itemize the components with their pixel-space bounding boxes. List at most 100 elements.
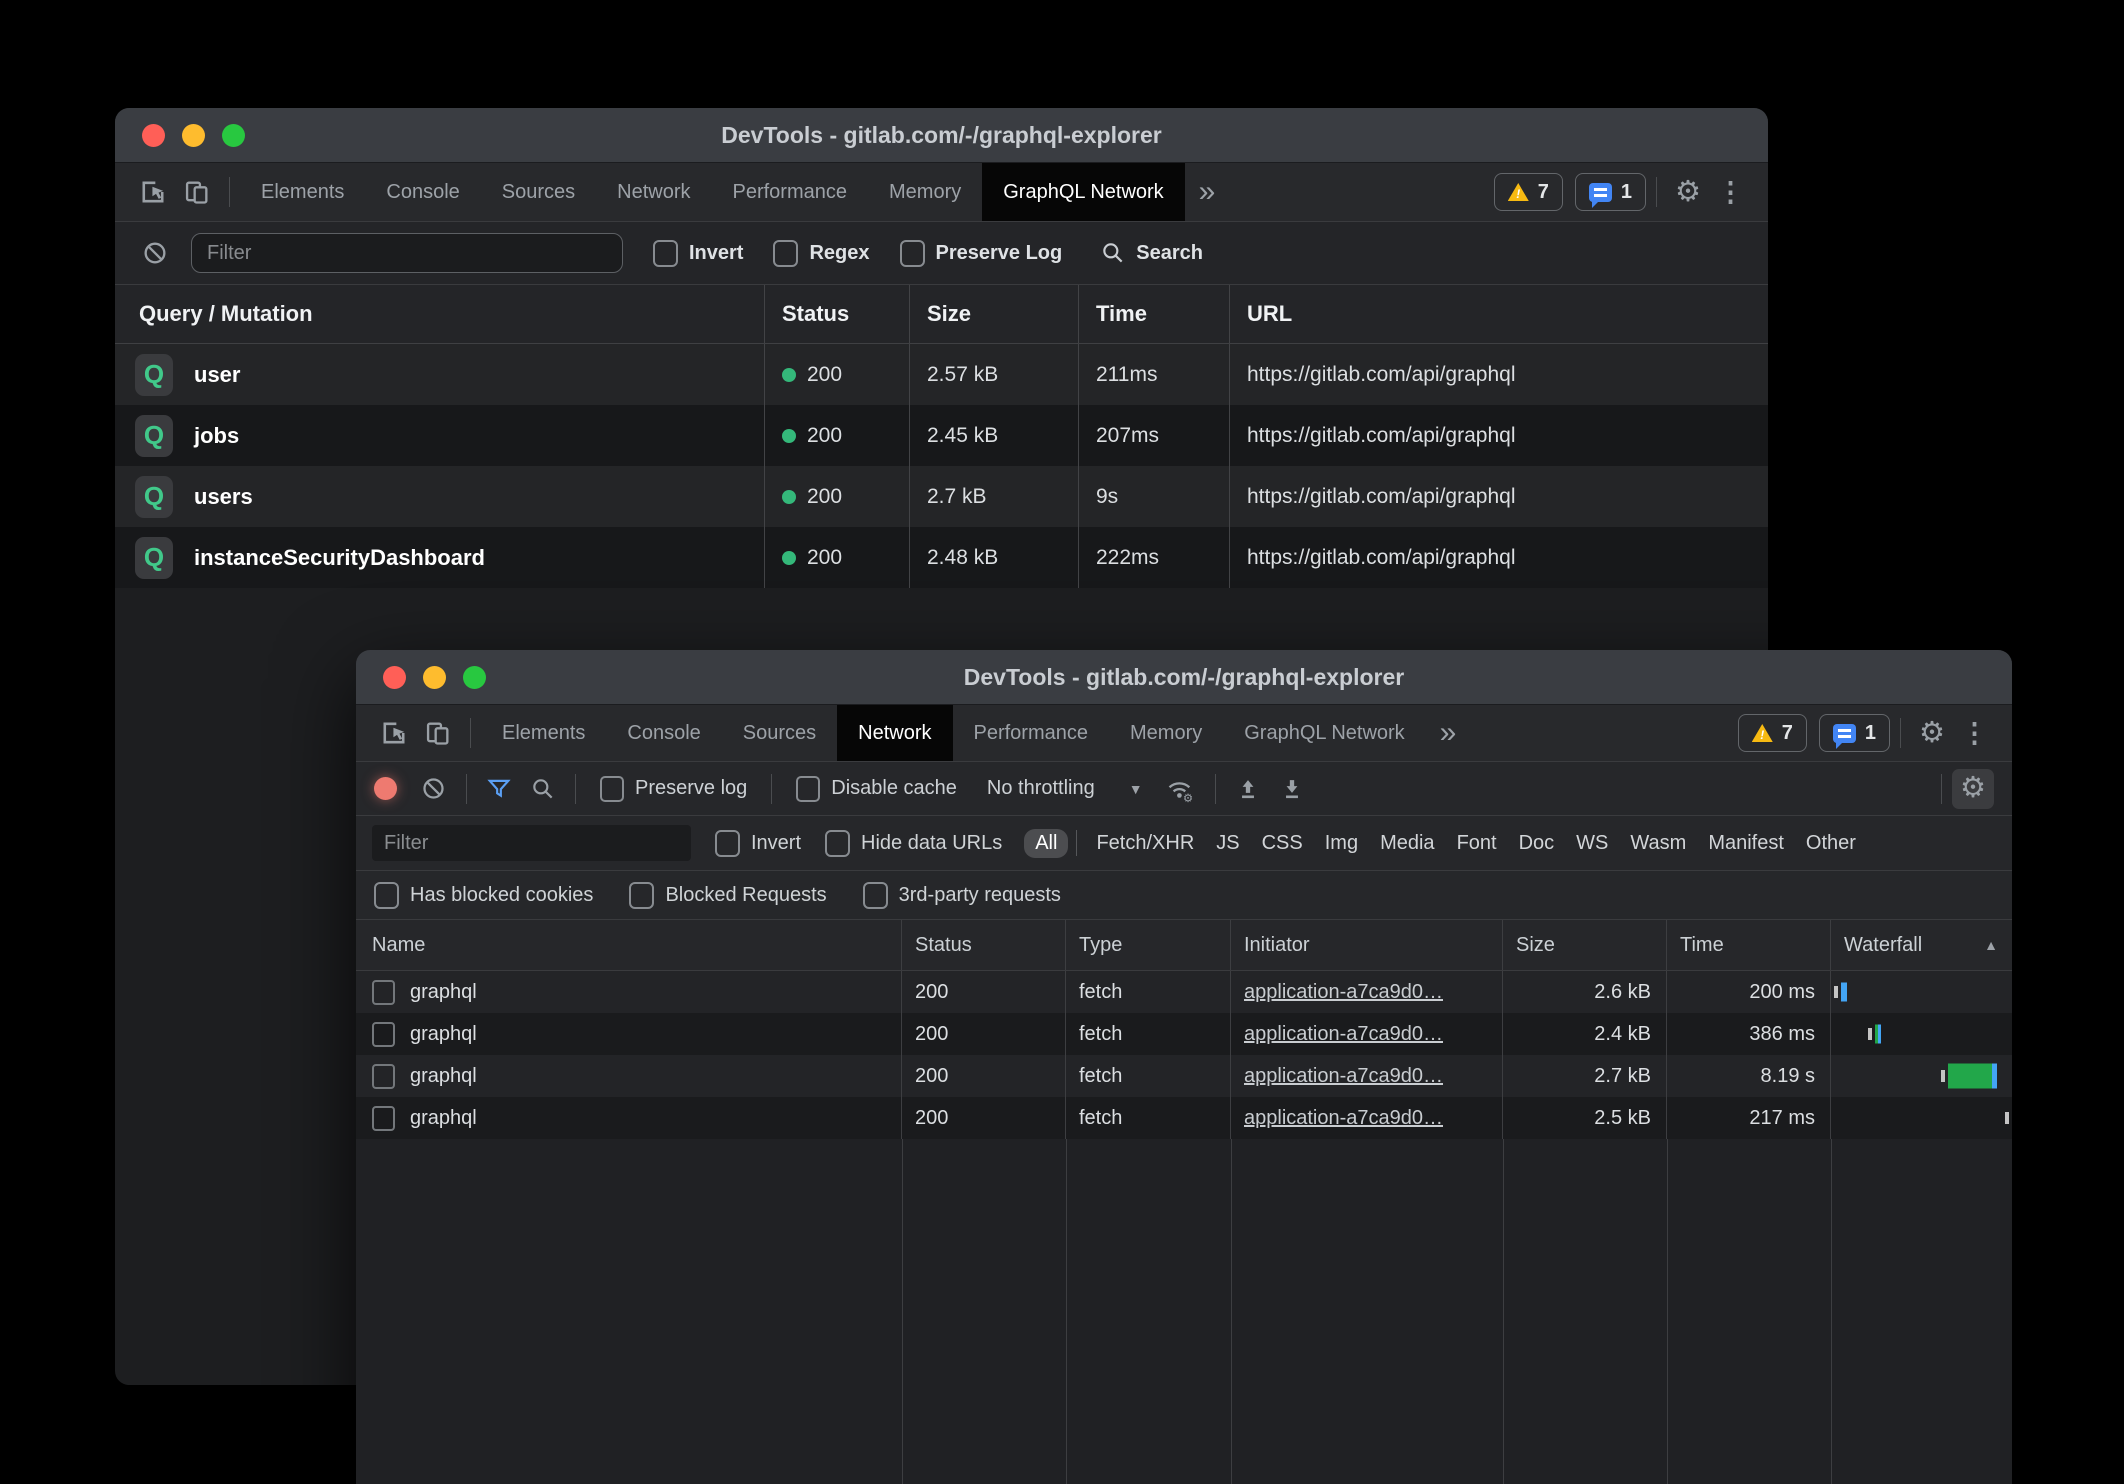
tab-sources[interactable]: Sources bbox=[722, 705, 837, 761]
column-header-status[interactable]: Status bbox=[765, 285, 910, 343]
column-header-time[interactable]: Time bbox=[1079, 285, 1230, 343]
invert-checkbox[interactable] bbox=[715, 830, 740, 857]
type-filter-other[interactable]: Other bbox=[1795, 829, 1867, 858]
inspect-element-icon[interactable] bbox=[131, 178, 175, 206]
tab-graphql-network[interactable]: GraphQL Network bbox=[1223, 705, 1425, 761]
row-checkbox[interactable] bbox=[372, 1064, 395, 1089]
graphql-request-row[interactable]: Q jobs 200 2.45 kB 207ms https://gitlab.… bbox=[115, 405, 1768, 466]
network-request-row[interactable]: graphql 200 fetch application-a7ca9d0… 2… bbox=[356, 1055, 2012, 1097]
type-filter-css[interactable]: CSS bbox=[1251, 829, 1314, 858]
back-titlebar[interactable]: DevTools - gitlab.com/-/graphql-explorer bbox=[115, 108, 1768, 163]
invert-option[interactable]: Invert bbox=[653, 240, 743, 267]
regex-option[interactable]: Regex bbox=[773, 240, 869, 267]
column-header-type[interactable]: Type bbox=[1066, 920, 1231, 970]
type-filter-media[interactable]: Media bbox=[1369, 829, 1445, 858]
column-header-time[interactable]: Time bbox=[1667, 920, 1831, 970]
type-filter-manifest[interactable]: Manifest bbox=[1697, 829, 1795, 858]
zoom-window-button[interactable] bbox=[222, 124, 245, 147]
initiator-link[interactable]: application-a7ca9d0… bbox=[1244, 1065, 1443, 1088]
search-icon[interactable] bbox=[521, 776, 565, 802]
network-settings-gear-icon[interactable]: ⚙ bbox=[1952, 769, 1994, 809]
blocked-requests-option[interactable]: Blocked Requests bbox=[629, 882, 826, 909]
import-har-icon[interactable] bbox=[1226, 776, 1270, 802]
third-party-requests-option[interactable]: 3rd-party requests bbox=[863, 882, 1061, 909]
initiator-link[interactable]: application-a7ca9d0… bbox=[1244, 1023, 1443, 1046]
invert-option[interactable]: Invert bbox=[715, 830, 801, 857]
column-header-size[interactable]: Size bbox=[910, 285, 1079, 343]
column-header-initiator[interactable]: Initiator bbox=[1231, 920, 1503, 970]
throttling-select[interactable]: No throttling ▼ bbox=[981, 776, 1149, 801]
kebab-menu-icon[interactable]: ⋮ bbox=[1709, 179, 1752, 206]
column-header-size[interactable]: Size bbox=[1503, 920, 1667, 970]
minimize-window-button[interactable] bbox=[423, 666, 446, 689]
type-filter-font[interactable]: Font bbox=[1446, 829, 1508, 858]
has-blocked-cookies-checkbox[interactable] bbox=[374, 882, 399, 909]
close-window-button[interactable] bbox=[383, 666, 406, 689]
type-filter-doc[interactable]: Doc bbox=[1508, 829, 1566, 858]
row-checkbox[interactable] bbox=[372, 980, 395, 1005]
network-conditions-icon[interactable]: ⚙ bbox=[1155, 775, 1205, 803]
hide-data-urls-checkbox[interactable] bbox=[825, 830, 850, 857]
preserve-log-option[interactable]: Preserve Log bbox=[900, 240, 1063, 267]
has-blocked-cookies-option[interactable]: Has blocked cookies bbox=[374, 882, 593, 909]
hide-data-urls-option[interactable]: Hide data URLs bbox=[825, 830, 1002, 857]
preserve-log-checkbox[interactable] bbox=[600, 776, 624, 802]
column-header-waterfall[interactable]: Waterfall ▲ bbox=[1831, 920, 2012, 970]
column-header-query-mutation[interactable]: Query / Mutation bbox=[115, 285, 765, 343]
more-tabs-icon[interactable]: » bbox=[1185, 177, 1230, 207]
initiator-link[interactable]: application-a7ca9d0… bbox=[1244, 981, 1443, 1004]
disable-cache-checkbox[interactable] bbox=[796, 776, 820, 802]
type-filter-wasm[interactable]: Wasm bbox=[1619, 829, 1697, 858]
graphql-request-row[interactable]: Q instanceSecurityDashboard 200 2.48 kB … bbox=[115, 527, 1768, 588]
graphql-request-row[interactable]: Q user 200 2.57 kB 211ms https://gitlab.… bbox=[115, 344, 1768, 405]
tab-sources[interactable]: Sources bbox=[481, 163, 596, 221]
filter-funnel-icon[interactable] bbox=[477, 776, 521, 802]
type-filter-ws[interactable]: WS bbox=[1565, 829, 1619, 858]
warnings-badge[interactable]: ! 7 bbox=[1494, 173, 1563, 211]
tab-elements[interactable]: Elements bbox=[481, 705, 606, 761]
clear-icon[interactable] bbox=[133, 239, 177, 267]
preserve-log-checkbox[interactable] bbox=[900, 240, 925, 267]
network-request-row[interactable]: graphql 200 fetch application-a7ca9d0… 2… bbox=[356, 1013, 2012, 1055]
inspect-element-icon[interactable] bbox=[372, 719, 416, 747]
tab-memory[interactable]: Memory bbox=[1109, 705, 1223, 761]
graphql-request-row[interactable]: Q users 200 2.7 kB 9s https://gitlab.com… bbox=[115, 466, 1768, 527]
settings-gear-icon[interactable]: ⚙ bbox=[1911, 719, 1953, 748]
row-checkbox[interactable] bbox=[372, 1106, 395, 1131]
type-filter-all[interactable]: All bbox=[1024, 829, 1068, 858]
settings-gear-icon[interactable]: ⚙ bbox=[1667, 178, 1709, 207]
more-tabs-icon[interactable]: » bbox=[1426, 718, 1471, 748]
tab-performance[interactable]: Performance bbox=[712, 163, 869, 221]
kebab-menu-icon[interactable]: ⋮ bbox=[1953, 720, 1996, 747]
invert-checkbox[interactable] bbox=[653, 240, 678, 267]
front-titlebar[interactable]: DevTools - gitlab.com/-/graphql-explorer bbox=[356, 650, 2012, 705]
network-request-row[interactable]: graphql 200 fetch application-a7ca9d0… 2… bbox=[356, 1097, 2012, 1139]
graphql-filter-input[interactable] bbox=[191, 233, 623, 273]
device-toolbar-icon[interactable] bbox=[416, 719, 460, 747]
third-party-requests-checkbox[interactable] bbox=[863, 882, 888, 909]
clear-icon[interactable] bbox=[411, 775, 456, 802]
tab-memory[interactable]: Memory bbox=[868, 163, 982, 221]
issues-badge[interactable]: 1 bbox=[1819, 714, 1890, 752]
disable-cache-option[interactable]: Disable cache bbox=[796, 776, 957, 802]
column-header-status[interactable]: Status bbox=[902, 920, 1066, 970]
tab-network[interactable]: Network bbox=[837, 705, 952, 761]
record-button[interactable] bbox=[374, 777, 397, 800]
close-window-button[interactable] bbox=[142, 124, 165, 147]
tab-network[interactable]: Network bbox=[596, 163, 711, 221]
issues-badge[interactable]: 1 bbox=[1575, 173, 1646, 211]
tab-console[interactable]: Console bbox=[365, 163, 480, 221]
initiator-link[interactable]: application-a7ca9d0… bbox=[1244, 1107, 1443, 1130]
network-request-row[interactable]: graphql 200 fetch application-a7ca9d0… 2… bbox=[356, 971, 2012, 1013]
warnings-badge[interactable]: ! 7 bbox=[1738, 714, 1807, 752]
column-header-name[interactable]: Name bbox=[356, 920, 902, 970]
row-checkbox[interactable] bbox=[372, 1022, 395, 1047]
tab-graphql-network[interactable]: GraphQL Network bbox=[982, 163, 1184, 221]
tab-elements[interactable]: Elements bbox=[240, 163, 365, 221]
regex-checkbox[interactable] bbox=[773, 240, 798, 267]
type-filter-js[interactable]: JS bbox=[1205, 829, 1250, 858]
type-filter-fetch-xhr[interactable]: Fetch/XHR bbox=[1085, 829, 1205, 858]
zoom-window-button[interactable] bbox=[463, 666, 486, 689]
device-toolbar-icon[interactable] bbox=[175, 178, 219, 206]
network-filter-input[interactable] bbox=[372, 825, 691, 861]
